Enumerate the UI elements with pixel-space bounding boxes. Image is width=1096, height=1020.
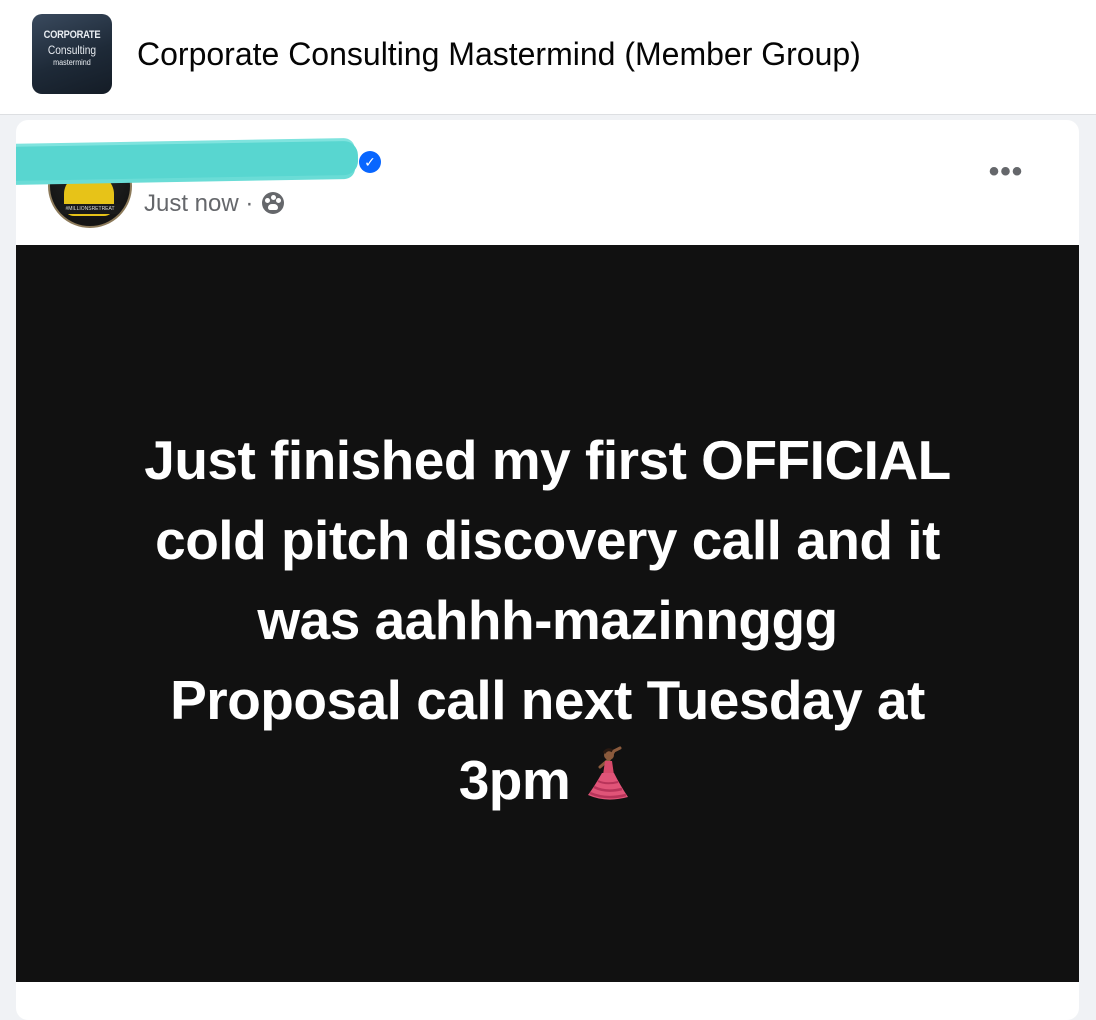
post-text-line: cold pitch discovery call and it <box>155 509 940 571</box>
post-timestamp[interactable]: Just now <box>144 190 239 217</box>
more-options-button[interactable]: ••• <box>982 157 1030 198</box>
dancer-emoji-icon <box>588 746 629 800</box>
post-meta: Just now · <box>144 190 285 218</box>
avatar-badge-text: #MILLIONSRETREAT <box>60 204 120 214</box>
logo-text-line2: Consulting <box>47 43 97 57</box>
logo-text-line3: mastermind <box>53 58 91 67</box>
verified-badge-icon: ✓ <box>359 151 381 173</box>
post-text-line: was aahhh-mazinnggg <box>257 589 838 651</box>
meta-separator: · <box>245 190 254 217</box>
group-logo[interactable]: CORPORATE Consulting mastermind <box>32 14 112 94</box>
post-text-line: Just finished my first OFFICIAL <box>144 429 951 491</box>
group-header: CORPORATE Consulting mastermind Corporat… <box>0 0 1096 115</box>
post-text-line-last: 3pm <box>16 740 1079 820</box>
logo-text-line1: CORPORATE <box>43 29 101 41</box>
group-audience-icon[interactable] <box>262 192 285 214</box>
post-text-line: 3pm <box>458 749 571 811</box>
post-text-line: Proposal call next Tuesday at <box>170 669 925 731</box>
post-card: #MILLIONSRETREAT ✓ Just now · ••• Just f… <box>16 120 1079 1020</box>
group-title[interactable]: Corporate Consulting Mastermind (Member … <box>137 36 861 73</box>
redacted-author-name <box>16 140 359 182</box>
post-background: Just finished my first OFFICIAL cold pit… <box>16 245 1079 982</box>
post-text: Just finished my first OFFICIAL cold pit… <box>16 420 1079 820</box>
